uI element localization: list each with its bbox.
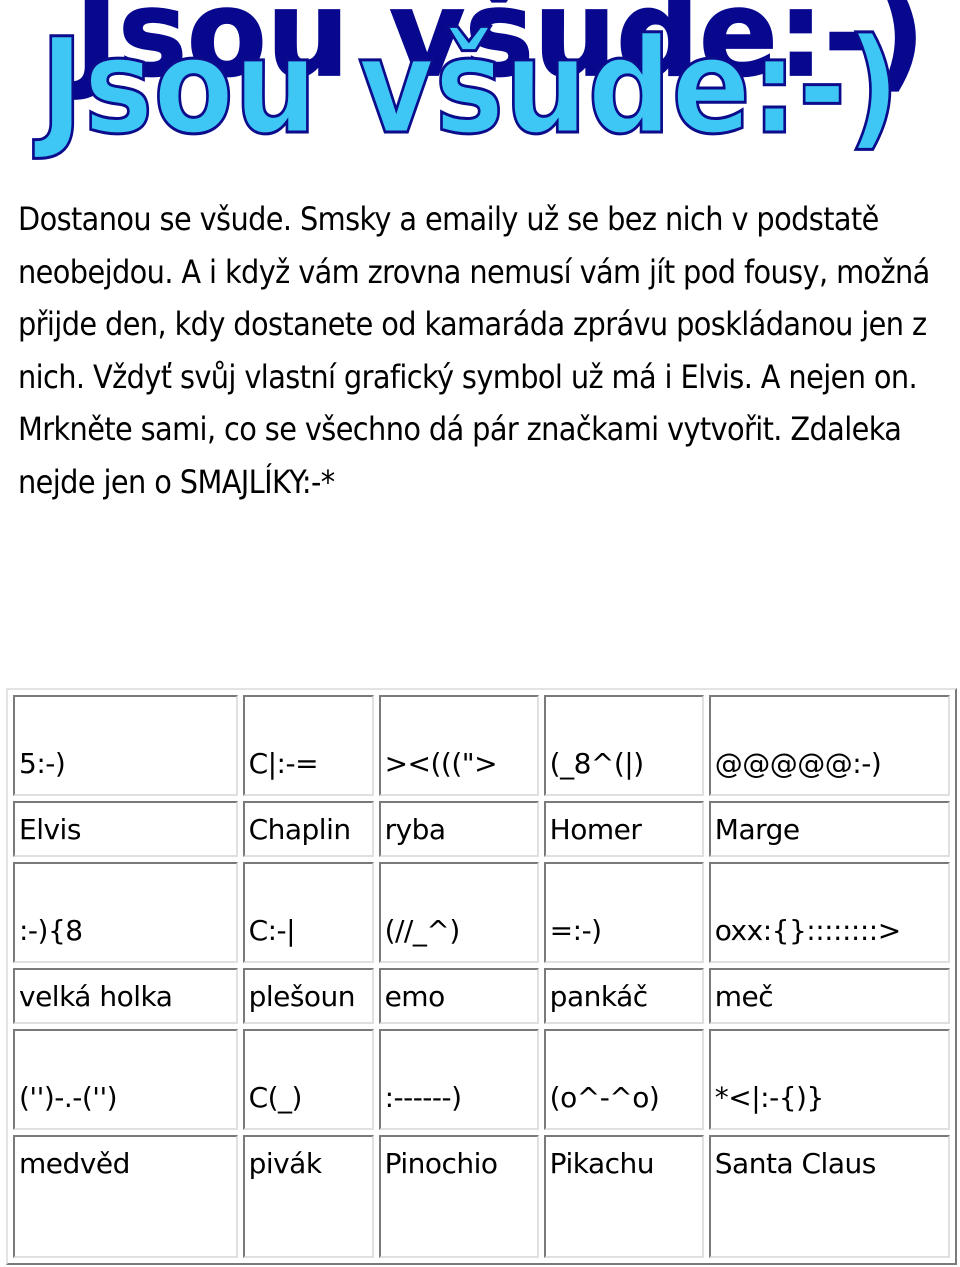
smiley-symbol: @@@@@:-) — [708, 695, 950, 797]
smiley-symbol: (_8^(|) — [543, 695, 704, 797]
smiley-symbol: (//_^) — [378, 862, 539, 964]
intro-paragraph: Dostanou se všude. Smsky a emaily už se … — [18, 200, 930, 501]
smiley-name: Chaplin — [242, 801, 374, 858]
smiley-symbol: C:-| — [242, 862, 374, 964]
symbol-row: :-){8 C:-| (//_^) =:-) oxx:{}::::::::> — [13, 862, 950, 964]
smiley-symbol: (o^-^o) — [543, 1029, 704, 1131]
smiley-name: Homer — [543, 801, 704, 858]
symbol-row: ('')-.-('') C(_) :------) (o^-^o) *<|:-{… — [13, 1029, 950, 1131]
smiley-symbol: :-){8 — [13, 862, 238, 964]
smiley-name: ryba — [378, 801, 539, 858]
smiley-name: Pinochio — [378, 1135, 539, 1258]
smiley-symbol: :------) — [378, 1029, 539, 1131]
smiley-name: emo — [378, 968, 539, 1025]
name-row: medvěd pivák Pinochio Pikachu Santa Clau… — [13, 1135, 950, 1258]
name-row: Elvis Chaplin ryba Homer Marge — [13, 801, 950, 858]
smiley-name: Pikachu — [543, 1135, 704, 1258]
smiley-symbol: ><((("> — [378, 695, 539, 797]
smiley-symbol: ('')-.-('') — [13, 1029, 238, 1131]
smiley-symbol: C(_) — [242, 1029, 374, 1131]
smiley-symbol: C|:-= — [242, 695, 374, 797]
smiley-name: meč — [708, 968, 950, 1025]
smiley-name: Elvis — [13, 801, 238, 858]
name-row: velká holka plešoun emo pankáč meč — [13, 968, 950, 1025]
smiley-symbol: 5:-) — [13, 695, 238, 797]
smiley-name: pivák — [242, 1135, 374, 1258]
smiley-name: velká holka — [13, 968, 238, 1025]
smiley-name: plešoun — [242, 968, 374, 1025]
symbol-row: 5:-) C|:-= ><((("> (_8^(|) @@@@@:-) — [13, 695, 950, 797]
title-wordart: Jsou všude:-) Jsou všude:-) — [0, 0, 960, 170]
smiley-symbol: =:-) — [543, 862, 704, 964]
smiley-name: Santa Claus — [708, 1135, 950, 1258]
smiley-symbol: *<|:-{)} — [708, 1029, 950, 1131]
smiley-name: pankáč — [543, 968, 704, 1025]
title-wordart-text: Jsou všude:-) — [33, 10, 900, 164]
smiley-name: Marge — [708, 801, 950, 858]
smiley-table: 5:-) C|:-= ><((("> (_8^(|) @@@@@:-) Elvi… — [6, 688, 957, 1265]
title-wordart-svg: Jsou všude:-) Jsou všude:-) — [31, 0, 926, 166]
smiley-name: medvěd — [13, 1135, 238, 1258]
smiley-symbol: oxx:{}::::::::> — [708, 862, 950, 964]
